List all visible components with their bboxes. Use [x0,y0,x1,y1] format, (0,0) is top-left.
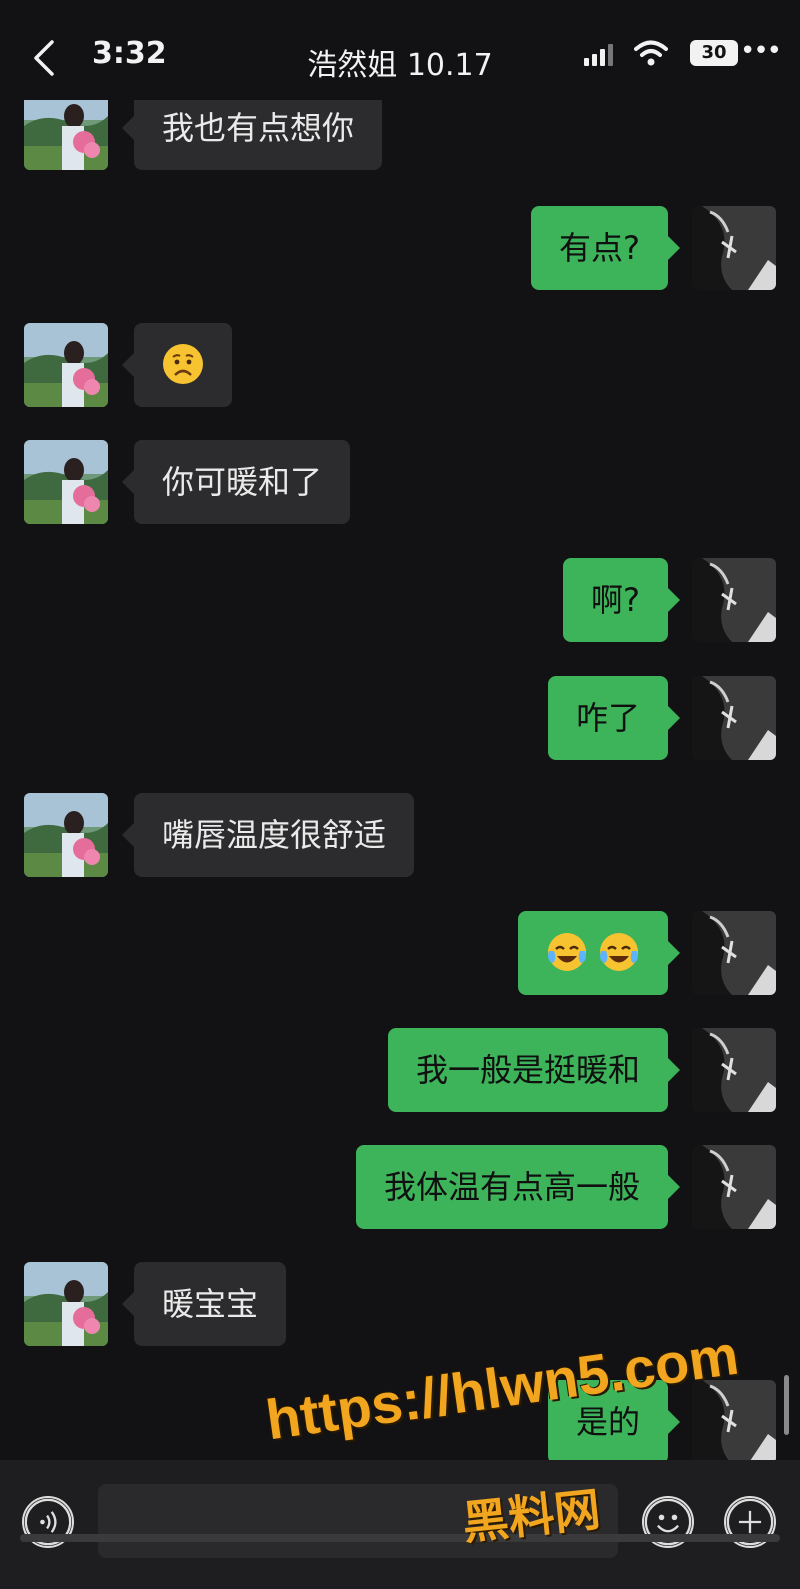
wifi-icon [634,40,668,66]
my-avatar[interactable] [692,206,776,290]
contact-avatar[interactable] [24,793,108,877]
avatar-photo-icon [24,1262,108,1346]
avatar-photo-icon [692,1380,776,1460]
avatar-photo-icon [692,676,776,760]
message-bubble-outgoing[interactable]: 有点? [531,206,680,290]
contact-avatar[interactable] [24,440,108,524]
chat-message-list[interactable]: 我也有点想你 有点? 你可暖和了 啊? 咋了 嘴唇温度很舒适 我一般是挺暖和 我… [0,100,800,1460]
my-avatar[interactable] [692,1380,776,1460]
message-bubble-incoming[interactable]: 你可暖和了 [121,440,351,524]
my-avatar[interactable] [692,1145,776,1229]
my-avatar[interactable] [692,911,776,995]
input-bar [0,1460,800,1589]
message-bubble-outgoing[interactable]: 咋了 [547,676,681,760]
message-bubble-outgoing[interactable]: 我体温有点高一般 [355,1145,681,1229]
my-avatar[interactable] [692,1028,776,1112]
message-bubble-outgoing[interactable]: 我一般是挺暖和 [387,1028,681,1112]
my-avatar[interactable] [692,558,776,642]
cellular-signal-icon [584,44,613,66]
status-bar: 3:32 浩然姐 10.17 30 ••• [0,0,800,110]
avatar-photo-icon [692,558,776,642]
avatar-photo-icon [692,206,776,290]
message-bubble-outgoing[interactable]: 啊? [563,558,680,642]
message-bubble-incoming[interactable]: 嘴唇温度很舒适 [121,793,415,877]
home-indicator [20,1534,780,1542]
contact-avatar[interactable] [24,100,108,170]
avatar-photo-icon [24,100,108,170]
crying-laughing-face-emoji-icon [547,933,586,971]
more-icon[interactable]: ••• [740,36,782,66]
crying-laughing-face-emoji-icon [600,933,638,971]
worried-face-emoji-icon [163,344,203,384]
avatar-photo-icon [692,1028,776,1112]
chat-scrollbar[interactable] [784,1375,789,1435]
avatar-photo-icon [24,323,108,407]
message-bubble-outgoing[interactable] [517,911,681,995]
avatar-photo-icon [692,911,776,995]
message-bubble-incoming[interactable]: 我也有点想你 [121,100,383,170]
avatar-photo-icon [692,1145,776,1229]
avatar-photo-icon [24,440,108,524]
avatar-photo-icon [24,793,108,877]
message-bubble-incoming[interactable] [122,323,232,407]
message-bubble-incoming[interactable]: 暖宝宝 [121,1262,287,1346]
my-avatar[interactable] [692,676,776,760]
battery-indicator: 30 [690,40,738,66]
contact-avatar[interactable] [24,1262,108,1346]
contact-avatar[interactable] [24,323,108,407]
chat-title: 浩然姐 10.17 [307,48,493,83]
